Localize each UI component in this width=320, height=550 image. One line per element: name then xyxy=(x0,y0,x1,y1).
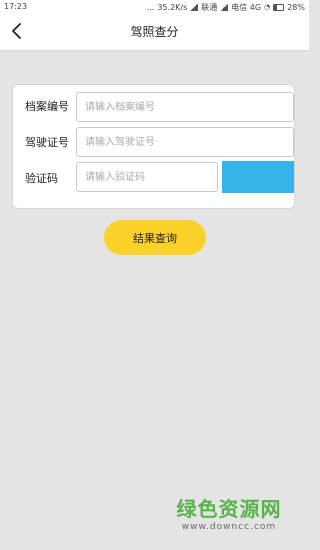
nav-bar: 驾照查分 xyxy=(0,14,309,51)
file-number-input[interactable] xyxy=(76,92,294,122)
captcha-input[interactable] xyxy=(76,162,218,192)
license-number-label: 驾驶证号 xyxy=(25,136,69,149)
file-number-label: 档案编号 xyxy=(25,100,69,113)
watermark: 绿色资源网 www.downcc.com xyxy=(169,497,289,533)
watermark-title: 绿色资源网 xyxy=(176,497,282,521)
carrier-telecom: 电信 4G xyxy=(231,3,262,12)
captcha-image[interactable] xyxy=(222,161,294,193)
battery-icon xyxy=(273,4,285,11)
query-form-card: 档案编号 驾驶证号 验证码 xyxy=(12,84,295,209)
wifi-icon: ◔ xyxy=(264,3,271,11)
signal-icon-2 xyxy=(220,4,229,11)
status-bar: 17:23 ... 35.2K/s 联通 电信 4G ◔ 28% xyxy=(0,0,309,14)
battery-percent: 28% xyxy=(287,3,305,12)
status-indicators: ... 35.2K/s 联通 电信 4G ◔ 28% xyxy=(147,2,305,13)
status-time: 17:23 xyxy=(4,2,28,11)
watermark-url: www.downcc.com xyxy=(181,522,277,532)
signal-icon xyxy=(190,4,199,11)
carrier-unicom: 联通 xyxy=(201,3,218,12)
license-number-input[interactable] xyxy=(76,127,294,157)
page-title: 驾照查分 xyxy=(130,25,179,39)
query-result-button[interactable]: 结果查询 xyxy=(104,220,206,255)
network-speed: 35.2K/s xyxy=(157,3,188,12)
captcha-label: 验证码 xyxy=(25,172,58,185)
status-dots: ... xyxy=(146,3,155,12)
